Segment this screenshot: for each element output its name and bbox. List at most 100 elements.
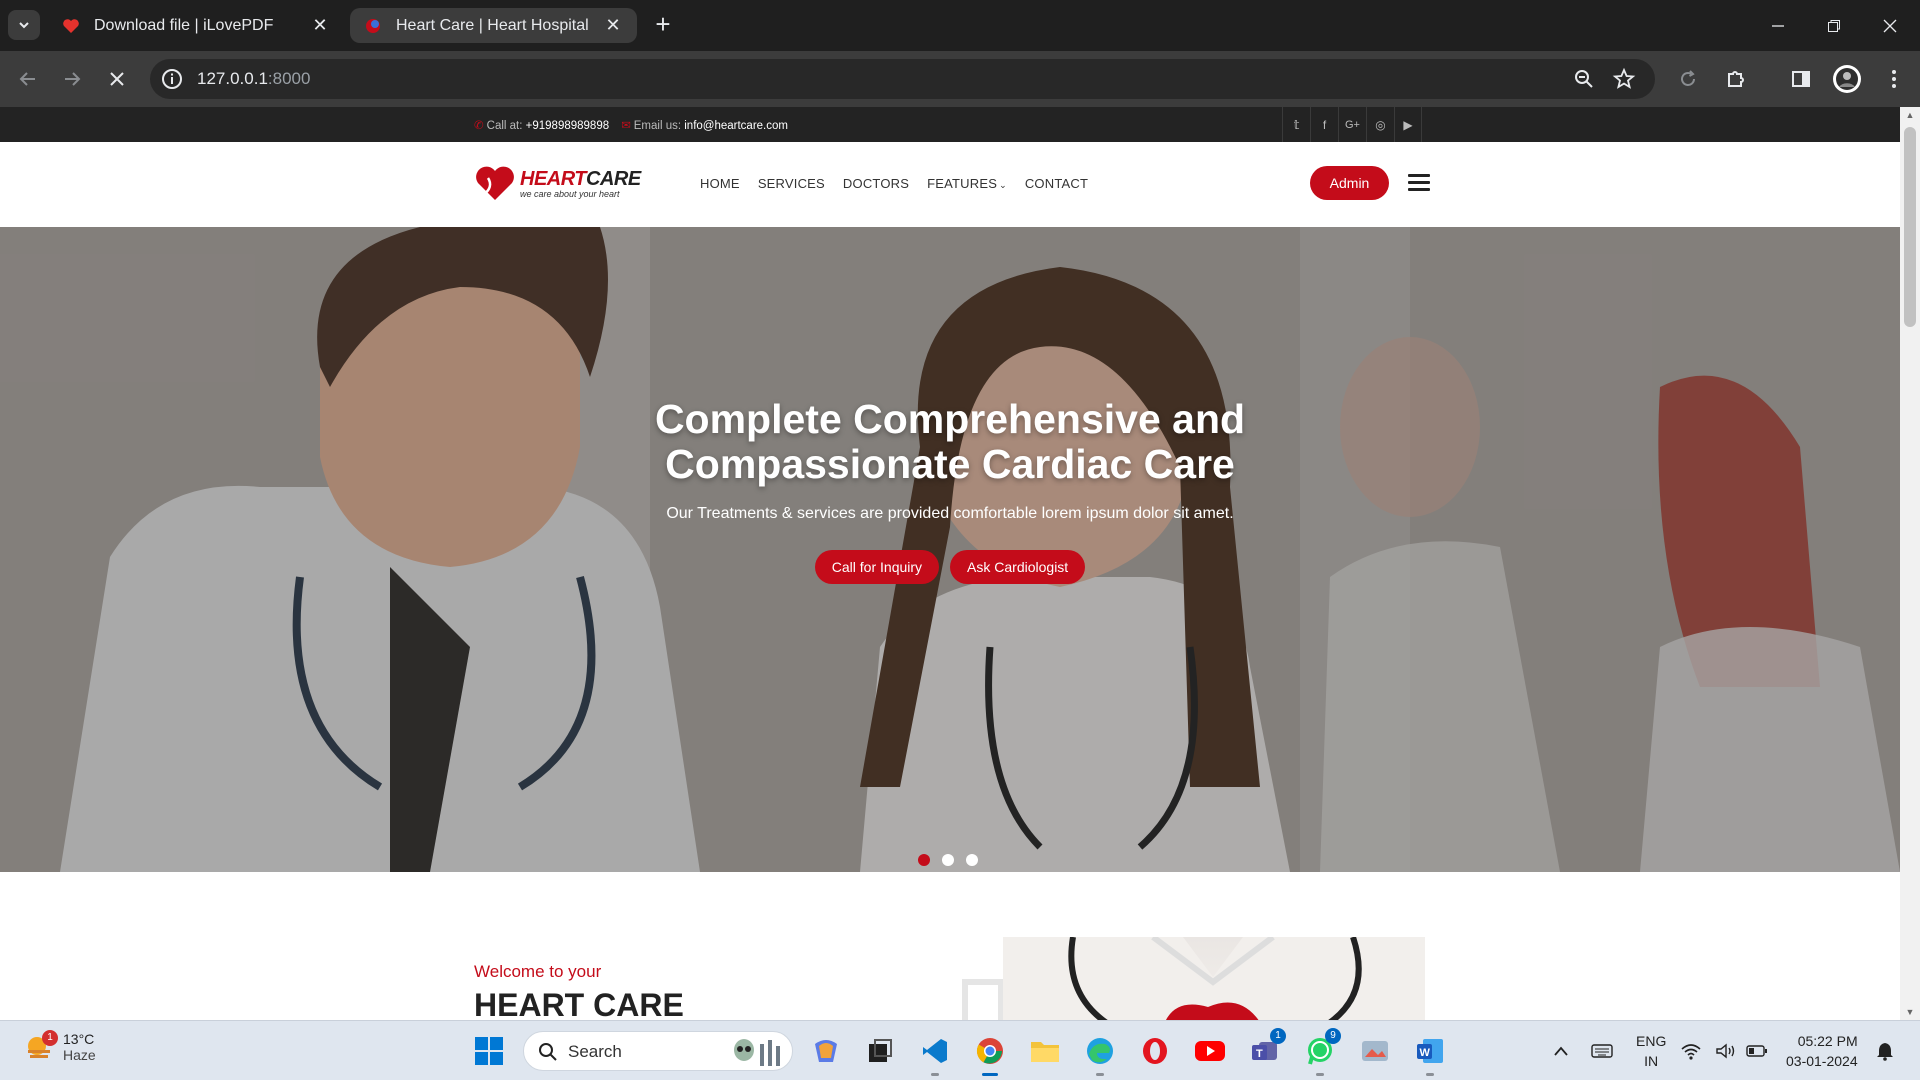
edge-icon[interactable] bbox=[1081, 1032, 1119, 1076]
volume-icon[interactable] bbox=[1713, 1032, 1739, 1070]
more-vertical-icon bbox=[1892, 70, 1896, 88]
bookmark-star-icon[interactable] bbox=[1612, 67, 1636, 91]
tab-ilovepdf[interactable]: Download file | iLovePDF ✕ bbox=[48, 8, 344, 43]
restore-icon bbox=[1828, 19, 1840, 32]
email-info[interactable]: ✉ Email us: info@heartcare.com bbox=[621, 118, 788, 132]
hero-cta-group: Call for Inquiry Ask Cardiologist bbox=[0, 550, 1900, 584]
tab-search-button[interactable] bbox=[8, 10, 40, 40]
nav-item-doctors[interactable]: DOCTORS bbox=[843, 176, 909, 191]
phone-number: +919898989898 bbox=[525, 120, 610, 132]
url-text[interactable]: 127.0.0.1:8000 bbox=[197, 69, 310, 89]
instagram-icon[interactable]: ◎ bbox=[1366, 107, 1394, 142]
url-host: 127.0.0.1 bbox=[197, 69, 268, 88]
running-indicator bbox=[1096, 1073, 1104, 1076]
nav-item-home[interactable]: HOME bbox=[700, 176, 740, 191]
clock[interactable]: 05:22 PM 03-01-2024 bbox=[1786, 1031, 1858, 1071]
photos-app-icon[interactable] bbox=[1356, 1032, 1394, 1070]
whatsapp-icon[interactable]: 9 bbox=[1301, 1028, 1341, 1076]
show-hidden-icons-button[interactable] bbox=[1542, 1032, 1580, 1070]
brand-dark-text: CARE bbox=[586, 167, 641, 190]
google-plus-icon[interactable]: G+ bbox=[1338, 107, 1366, 142]
hero-title-line2: Compassionate Cardiac Care bbox=[665, 441, 1235, 487]
close-window-button[interactable] bbox=[1862, 0, 1918, 51]
slider-dot-2[interactable] bbox=[942, 854, 954, 866]
zoom-icon[interactable] bbox=[1572, 67, 1596, 91]
teams-icon[interactable]: T 1 bbox=[1246, 1028, 1286, 1070]
address-bar[interactable]: 127.0.0.1:8000 bbox=[150, 59, 1655, 99]
weather-widget[interactable]: 1 13°C Haze bbox=[24, 1030, 96, 1063]
call-for-inquiry-button[interactable]: Call for Inquiry bbox=[814, 550, 940, 584]
running-indicator bbox=[931, 1073, 939, 1076]
close-icon[interactable]: ✕ bbox=[310, 15, 330, 36]
site-logo[interactable]: HEARTCARE we care about your heart bbox=[474, 164, 641, 202]
svg-text:T: T bbox=[1256, 1048, 1263, 1060]
start-button[interactable] bbox=[470, 1032, 508, 1070]
taskbar-search[interactable]: Search bbox=[523, 1031, 793, 1071]
about-kicker: Welcome to your bbox=[474, 962, 602, 981]
clock-time: 05:22 PM bbox=[1797, 1033, 1858, 1049]
minimize-button[interactable] bbox=[1750, 0, 1806, 51]
heart-logo-icon bbox=[476, 166, 514, 200]
side-panel-button[interactable] bbox=[1785, 63, 1817, 95]
profile-avatar[interactable] bbox=[1831, 63, 1863, 95]
nav-item-services[interactable]: SERVICES bbox=[758, 176, 825, 191]
notifications-icon[interactable] bbox=[1872, 1032, 1898, 1070]
back-button[interactable] bbox=[12, 63, 44, 95]
language-indicator[interactable]: ENG IN bbox=[1636, 1031, 1666, 1071]
browser-tab-strip: Download file | iLovePDF ✕ Heart Care | … bbox=[0, 0, 1920, 51]
twitter-icon[interactable]: 𝕥 bbox=[1282, 107, 1310, 142]
opera-icon[interactable] bbox=[1136, 1032, 1174, 1070]
teams-badge: 1 bbox=[1270, 1028, 1286, 1044]
search-highlight-icon bbox=[734, 1039, 780, 1066]
keyboard-icon[interactable] bbox=[1583, 1032, 1621, 1070]
copilot-app-icon[interactable] bbox=[807, 1032, 845, 1070]
arrow-right-icon bbox=[65, 72, 81, 86]
chrome-icon[interactable] bbox=[971, 1032, 1009, 1076]
extensions-button[interactable] bbox=[1720, 63, 1752, 95]
hero-slider: Complete Comprehensive and Compassionate… bbox=[0, 227, 1900, 872]
new-tab-button[interactable]: + bbox=[650, 11, 676, 38]
word-icon[interactable]: W bbox=[1411, 1032, 1449, 1076]
hamburger-menu-icon[interactable] bbox=[1408, 174, 1430, 192]
clock-date: 03-01-2024 bbox=[1786, 1053, 1858, 1069]
svg-text:W: W bbox=[1420, 1047, 1431, 1059]
restore-button[interactable] bbox=[1806, 0, 1862, 51]
youtube-app-icon[interactable] bbox=[1191, 1032, 1229, 1070]
page-viewport: ✆ Call at: +919898989898 ✉ Email us: info@… bbox=[0, 107, 1900, 1020]
facebook-icon[interactable]: f bbox=[1310, 107, 1338, 142]
chevron-up-icon bbox=[1554, 1046, 1568, 1056]
tab-title: Download file | iLovePDF bbox=[94, 16, 274, 34]
main-navbar: HEARTCARE we care about your heart HOME … bbox=[0, 142, 1900, 227]
running-indicator bbox=[1316, 1073, 1324, 1076]
about-heading: HEART CARE bbox=[474, 987, 684, 1020]
scroll-up-icon[interactable]: ▲ bbox=[1905, 110, 1915, 120]
ask-cardiologist-button[interactable]: Ask Cardiologist bbox=[950, 550, 1086, 584]
site-info-icon[interactable] bbox=[160, 67, 184, 91]
phone-info[interactable]: ✆ Call at: +919898989898 bbox=[474, 118, 609, 132]
file-explorer-icon[interactable] bbox=[1026, 1032, 1064, 1070]
about-image bbox=[1003, 937, 1425, 1020]
nav-item-features[interactable]: FEATURES ⌄ bbox=[927, 176, 1007, 191]
chrome-menu-button[interactable] bbox=[1878, 63, 1910, 95]
battery-icon[interactable] bbox=[1744, 1032, 1770, 1070]
task-view-icon[interactable] bbox=[861, 1032, 899, 1070]
hero-subtitle: Our Treatments & services are provided c… bbox=[666, 505, 1234, 522]
slider-dots bbox=[918, 854, 978, 866]
nav-item-contact[interactable]: CONTACT bbox=[1025, 176, 1088, 191]
forward-button[interactable] bbox=[56, 63, 88, 95]
whatsapp-badge: 9 bbox=[1325, 1028, 1341, 1044]
vscode-icon[interactable] bbox=[916, 1032, 954, 1076]
close-icon[interactable]: ✕ bbox=[603, 15, 623, 36]
wifi-icon[interactable] bbox=[1678, 1032, 1704, 1070]
slider-dot-3[interactable] bbox=[966, 854, 978, 866]
scroll-down-icon[interactable]: ▼ bbox=[1905, 1007, 1915, 1017]
stop-loading-button[interactable] bbox=[101, 63, 133, 95]
scrollbar-thumb[interactable] bbox=[1904, 127, 1916, 327]
reload-extension-button[interactable] bbox=[1672, 63, 1704, 95]
tab-heart-care[interactable]: Heart Care | Heart Hospital ✕ bbox=[350, 8, 637, 43]
admin-button[interactable]: Admin bbox=[1310, 166, 1389, 200]
page-scrollbar[interactable]: ▲ ▼ bbox=[1900, 107, 1920, 1020]
youtube-icon[interactable]: ▶ bbox=[1394, 107, 1422, 142]
close-icon bbox=[1883, 19, 1897, 32]
slider-dot-1[interactable] bbox=[918, 854, 930, 866]
